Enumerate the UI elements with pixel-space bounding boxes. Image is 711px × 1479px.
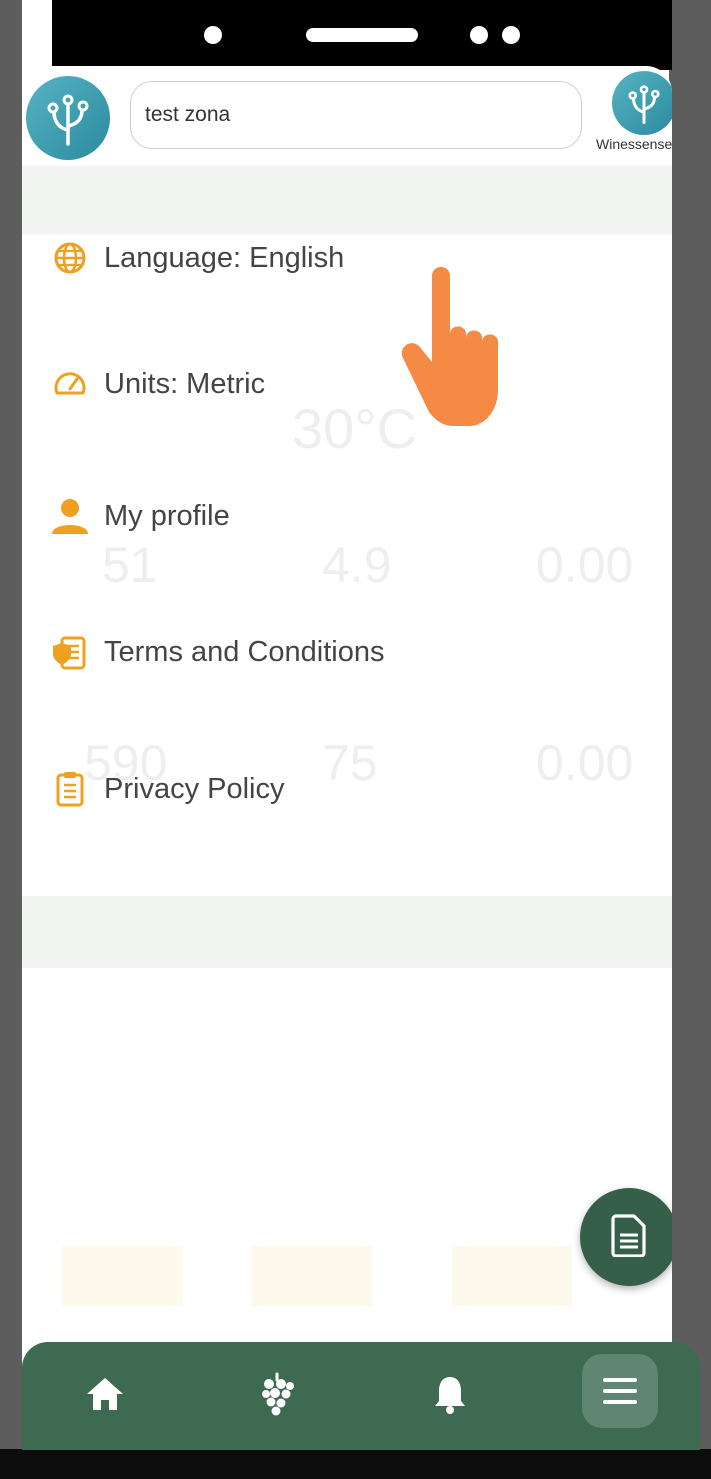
menu-item-label: Terms and Conditions xyxy=(104,635,385,668)
sensor-dot xyxy=(502,26,520,44)
document-shield-icon xyxy=(50,632,90,672)
background-weather-icon xyxy=(62,1246,182,1306)
nav-notifications-button[interactable] xyxy=(405,1342,495,1450)
home-icon xyxy=(85,1376,125,1417)
background-weather-icon xyxy=(452,1246,572,1306)
nav-menu-button[interactable] xyxy=(582,1354,658,1428)
camera-dot xyxy=(204,26,222,44)
grapes-icon xyxy=(259,1372,295,1421)
bottom-navigation xyxy=(22,1342,700,1450)
menu-item-privacy[interactable]: Privacy Policy xyxy=(50,769,285,809)
speedometer-icon xyxy=(50,364,90,404)
speaker-grill xyxy=(306,28,418,42)
menu-item-profile[interactable]: My profile xyxy=(50,496,230,536)
menu-item-language[interactable]: Language: English xyxy=(50,238,344,278)
phone-bezel-bottom xyxy=(0,1449,711,1479)
nav-home-button[interactable] xyxy=(60,1342,150,1450)
search-input-value: test zona xyxy=(145,103,231,126)
menu-item-label: Language: English xyxy=(104,241,345,274)
background-value: 4.9 xyxy=(322,537,392,593)
phone-bezel-right-inner xyxy=(669,0,711,1479)
brand-logo-button[interactable] xyxy=(612,71,672,135)
sensor-dot xyxy=(470,26,488,44)
background-value: 0.00 xyxy=(536,537,634,593)
menu-item-label: Units: Metric xyxy=(104,367,266,400)
background-value: 75 xyxy=(322,735,378,791)
background-section-header xyxy=(22,166,672,234)
menu-item-label: My profile xyxy=(104,499,230,532)
report-document-icon xyxy=(610,1213,648,1262)
app-screen: 30°C 51 4.9 0.00 590 75 0.00 test zona W… xyxy=(22,66,672,1449)
search-input[interactable]: test zona xyxy=(130,81,582,149)
tree-logo-icon xyxy=(47,94,89,146)
menu-item-units[interactable]: Units: Metric xyxy=(50,364,265,404)
person-icon xyxy=(50,496,90,536)
background-weather-icon xyxy=(252,1246,372,1306)
brand-name: Winessense xyxy=(596,136,672,152)
phone-bezel-left-inner xyxy=(0,0,22,1479)
clipboard-icon xyxy=(50,769,90,809)
nav-vineyard-button[interactable] xyxy=(232,1342,322,1450)
report-fab-button[interactable] xyxy=(580,1188,672,1286)
background-value: 51 xyxy=(102,537,158,593)
bell-icon xyxy=(432,1374,468,1419)
background-value: 0.00 xyxy=(536,735,634,791)
menu-item-terms[interactable]: Terms and Conditions xyxy=(50,632,384,672)
menu-icon xyxy=(582,1354,658,1428)
globe-icon xyxy=(50,238,90,278)
app-logo[interactable] xyxy=(26,76,110,160)
background-section-header xyxy=(22,896,672,968)
tap-hand-pointer-icon xyxy=(395,258,515,438)
tree-logo-icon xyxy=(628,85,660,124)
menu-item-label: Privacy Policy xyxy=(104,772,285,805)
